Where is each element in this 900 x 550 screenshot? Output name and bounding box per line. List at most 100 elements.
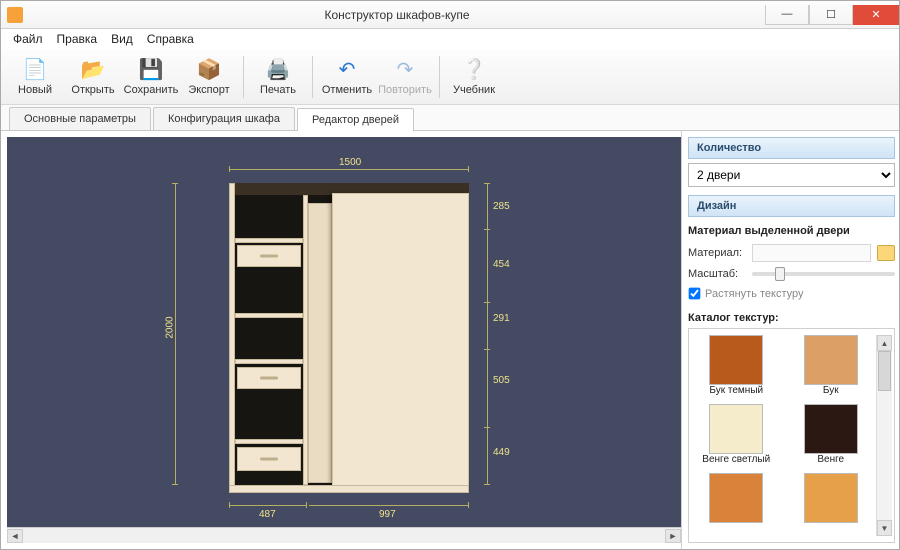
dim-cap bbox=[484, 229, 490, 230]
slider-thumb[interactable] bbox=[775, 267, 785, 281]
scale-label: Масштаб: bbox=[688, 268, 746, 280]
help-label: Учебник bbox=[453, 84, 495, 96]
close-button[interactable]: ✕ bbox=[853, 5, 899, 25]
dim-cap bbox=[484, 427, 490, 428]
help-button[interactable]: ❔ Учебник bbox=[446, 51, 502, 103]
texture-preview bbox=[804, 404, 858, 454]
texture-swatch[interactable]: Венге светлый bbox=[695, 404, 778, 465]
new-file-icon: 📄 bbox=[21, 58, 49, 82]
redo-button[interactable]: ↷ Повторить bbox=[377, 51, 433, 103]
sliding-door[interactable] bbox=[332, 193, 469, 489]
help-icon: ❔ bbox=[460, 58, 488, 82]
menu-edit[interactable]: Правка bbox=[51, 30, 104, 48]
material-row: Материал: bbox=[688, 244, 895, 262]
tab-door-editor[interactable]: Редактор дверей bbox=[297, 108, 414, 131]
scroll-down-icon[interactable]: ▼ bbox=[877, 520, 892, 536]
stretch-label: Растянуть текстуру bbox=[705, 288, 803, 300]
shelf bbox=[235, 439, 303, 444]
window-title: Конструктор шкафов-купе bbox=[29, 8, 765, 22]
texture-catalog-head: Каталог текстур: bbox=[688, 312, 895, 324]
wardrobe[interactable] bbox=[229, 183, 469, 493]
menu-help[interactable]: Справка bbox=[141, 30, 200, 48]
new-button[interactable]: 📄Новый bbox=[7, 51, 63, 103]
dim-r3: 291 bbox=[493, 313, 510, 324]
texture-swatch[interactable]: Венге bbox=[790, 404, 873, 465]
minimize-button[interactable]: — bbox=[765, 5, 809, 25]
catalog-scrollbar[interactable]: ▲ ▼ bbox=[876, 335, 892, 536]
redo-icon: ↷ bbox=[391, 58, 419, 82]
texture-swatch[interactable]: Бук темный bbox=[695, 335, 778, 396]
design-canvas[interactable]: 1500 2000 bbox=[7, 137, 681, 527]
tab-basic-params[interactable]: Основные параметры bbox=[9, 107, 151, 130]
redo-label: Повторить bbox=[378, 84, 432, 96]
shelf bbox=[235, 359, 303, 364]
open-label: Открыть bbox=[71, 84, 114, 96]
texture-preview bbox=[804, 473, 858, 523]
tab-bar: Основные параметры Конфигурация шкафа Ре… bbox=[1, 105, 899, 131]
scroll-up-icon[interactable]: ▲ bbox=[877, 335, 892, 351]
scroll-left-icon[interactable]: ◄ bbox=[7, 529, 23, 543]
texture-swatch[interactable]: Бук bbox=[790, 335, 873, 396]
tab-cabinet-config[interactable]: Конфигурация шкафа bbox=[153, 107, 295, 130]
dim-line bbox=[229, 505, 307, 506]
export-button[interactable]: 📦 Экспорт bbox=[181, 51, 237, 103]
dim-line bbox=[229, 169, 469, 170]
texture-label: Венге bbox=[817, 454, 844, 465]
texture-label: Бук bbox=[823, 385, 839, 396]
dim-cap bbox=[484, 302, 490, 303]
shelf bbox=[235, 238, 303, 243]
dim-total-width: 1500 bbox=[339, 157, 361, 168]
dim-r2: 454 bbox=[493, 259, 510, 270]
dim-r4: 505 bbox=[493, 375, 510, 386]
dim-cap bbox=[468, 502, 469, 508]
section-quantity: Количество bbox=[688, 137, 895, 159]
toolbar-separator bbox=[243, 56, 244, 98]
selected-door-material-head: Материал выделенной двери bbox=[688, 225, 895, 237]
texture-label: Венге светлый bbox=[702, 454, 770, 465]
material-label: Материал: bbox=[688, 247, 746, 259]
canvas-wrap: 1500 2000 bbox=[1, 131, 681, 549]
dim-cap bbox=[172, 183, 178, 184]
print-button[interactable]: 🖨️Печать bbox=[250, 51, 306, 103]
material-input[interactable] bbox=[752, 244, 871, 262]
texture-swatch[interactable] bbox=[790, 473, 873, 523]
menu-file[interactable]: Файл bbox=[7, 30, 49, 48]
horizontal-scrollbar[interactable]: ◄ ► bbox=[7, 527, 681, 543]
dim-cap bbox=[229, 502, 230, 508]
dim-cap bbox=[484, 349, 490, 350]
maximize-button[interactable]: ☐ bbox=[809, 5, 853, 25]
dim-bottom-left: 487 bbox=[259, 509, 276, 520]
texture-catalog: Бук темный Бук Венге светлый Венге ▲ ▼ bbox=[688, 328, 895, 543]
undo-button[interactable]: ↶Отменить bbox=[319, 51, 375, 103]
side-panel: Количество 2 двери Дизайн Материал выдел… bbox=[681, 131, 899, 549]
toolbar-separator bbox=[439, 56, 440, 98]
toolbar-separator bbox=[312, 56, 313, 98]
save-button[interactable]: 💾Сохранить bbox=[123, 51, 179, 103]
stretch-checkbox[interactable] bbox=[689, 288, 701, 300]
dim-cap bbox=[229, 166, 230, 172]
scroll-right-icon[interactable]: ► bbox=[665, 529, 681, 543]
drawer bbox=[237, 367, 301, 389]
texture-preview bbox=[709, 404, 763, 454]
open-button[interactable]: 📂 Открыть bbox=[65, 51, 121, 103]
texture-swatch[interactable] bbox=[695, 473, 778, 523]
folder-icon[interactable] bbox=[877, 245, 895, 261]
scroll-thumb[interactable] bbox=[878, 351, 891, 391]
export-label: Экспорт bbox=[188, 84, 229, 96]
main-area: 1500 2000 bbox=[1, 131, 899, 549]
dim-cap bbox=[172, 484, 178, 485]
menu-view[interactable]: Вид bbox=[105, 30, 139, 48]
export-icon: 📦 bbox=[195, 58, 223, 82]
scale-slider[interactable] bbox=[752, 272, 895, 276]
dim-r1: 285 bbox=[493, 201, 510, 212]
title-bar: Конструктор шкафов-купе — ☐ ✕ bbox=[1, 1, 899, 29]
folder-open-icon: 📂 bbox=[79, 58, 107, 82]
dim-cap bbox=[468, 166, 469, 172]
dim-r5: 449 bbox=[493, 447, 510, 458]
door-count-select[interactable]: 2 двери bbox=[688, 163, 895, 187]
toolbar: 📄Новый 📂 Открыть 💾Сохранить 📦 Экспорт 🖨️Пе… bbox=[1, 49, 899, 105]
drawer bbox=[237, 245, 301, 267]
print-label: Печать bbox=[260, 84, 296, 96]
texture-label: Бук темный bbox=[709, 385, 763, 396]
save-label: Сохранить bbox=[124, 84, 179, 96]
